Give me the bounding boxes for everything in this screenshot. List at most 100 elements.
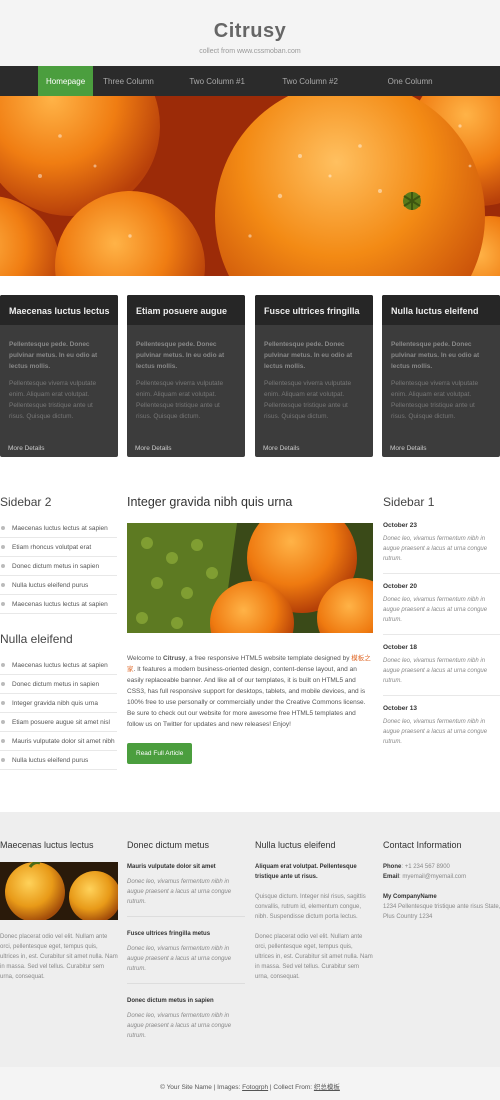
- footer-col-2: Donec dictum metus Mauris vulputate dolo…: [127, 840, 245, 1062]
- event-date[interactable]: October 18: [383, 644, 500, 651]
- event-date[interactable]: October 13: [383, 705, 500, 712]
- footer-entry: Mauris vulputate dolor sit amet Donec le…: [127, 862, 245, 917]
- brand-name: Citrusy: [163, 655, 186, 662]
- sidebar-link[interactable]: Integer gravida nibh quis urna: [0, 694, 117, 713]
- footer-entry-title[interactable]: Donec dictum metus in sapien: [127, 996, 245, 1006]
- feature-bold-text: Pellentesque pede. Donec pulvinar metus.…: [136, 341, 225, 370]
- feature-box: Maecenas luctus lectus Pellentesque pede…: [0, 295, 118, 457]
- phone-label: Phone: [383, 864, 402, 870]
- article-heading: Integer gravida nibh quis urna: [127, 495, 293, 509]
- footer-entry-title[interactable]: Mauris vulputate dolor sit amet: [127, 862, 245, 872]
- feature-boxes: Maecenas luctus lectus Pellentesque pede…: [0, 295, 500, 457]
- more-details-link[interactable]: More Details: [390, 445, 426, 452]
- feature-box: Fusce ultrices fringilla Pellentesque pe…: [255, 295, 373, 457]
- footer-bold-text: Aliquam erat volutpat. Pellentesque tris…: [255, 864, 357, 880]
- company-address: 1234 Pellentesque tristique ante risus S…: [383, 904, 500, 920]
- feature-box: Etiam posuere augue Pellentesque pede. D…: [127, 295, 245, 457]
- event-date[interactable]: October 23: [383, 522, 500, 529]
- feature-title: Maecenas luctus lectus: [0, 295, 118, 325]
- article-image: [127, 523, 373, 633]
- collect-link[interactable]: 织总模板: [314, 1084, 340, 1091]
- sidebar-1: Sidebar 1 October 23 Donec leo, vivamus …: [383, 495, 500, 756]
- feature-bold-text: Pellentesque pede. Donec pulvinar metus.…: [391, 341, 480, 370]
- footer-heading: Contact Information: [383, 840, 462, 850]
- footer-entry-text: Donec leo, vivamus fermentum nibh in aug…: [127, 1013, 232, 1039]
- copyright-text: © Your Site Name | Images:: [160, 1084, 243, 1091]
- event-item: October 18 Donec leo, vivamus fermentum …: [383, 635, 500, 696]
- sidebar-link[interactable]: Maecenas luctus lectus at sapien: [0, 519, 117, 538]
- sidebar-link[interactable]: Nulla luctus eleifend purus: [0, 751, 117, 770]
- main-content: Integer gravida nibh quis urna Welcome t…: [127, 495, 373, 764]
- more-details-link[interactable]: More Details: [135, 445, 171, 452]
- nav-two-column-1[interactable]: Two Column #1: [169, 66, 265, 96]
- site-title[interactable]: Citrusy: [0, 0, 500, 43]
- footer-entry-text: Donec leo, vivamus fermentum nibh in aug…: [127, 946, 232, 972]
- footer-entry-title[interactable]: Fusce ultrices fringilla metus: [127, 929, 245, 939]
- sidebar-link[interactable]: Etiam posuere augue sit amet nisl: [0, 713, 117, 732]
- more-details-link[interactable]: More Details: [8, 445, 44, 452]
- images-credit-link[interactable]: Fotogrph: [242, 1084, 268, 1091]
- article-text: , a free responsive HTML5 website templa…: [185, 655, 352, 662]
- contact-email: Email: myemail@myemail.com: [383, 874, 467, 880]
- feature-bold-text: Pellentesque pede. Donec pulvinar metus.…: [9, 341, 98, 370]
- footer-col-1: Maecenas luctus lectus Donec placerat od…: [0, 840, 118, 982]
- more-details-link[interactable]: More Details: [263, 445, 299, 452]
- event-text: Donec leo, vivamus fermentum nibh in aug…: [383, 536, 488, 562]
- copyright-bar: © Your Site Name | Images: Fotogrph | Co…: [0, 1067, 500, 1100]
- footer-entry: Fusce ultrices fringilla metus Donec leo…: [127, 929, 245, 984]
- feature-title: Etiam posuere augue: [127, 295, 245, 325]
- nav-three-column[interactable]: Three Column: [95, 66, 169, 96]
- footer-col-3: Nulla luctus eleifend Aliquam erat volut…: [255, 840, 373, 982]
- sidebar-link[interactable]: Nulla luctus eleifend purus: [0, 576, 117, 595]
- footer-text: Quisque dictum. Integer nisl risus, sagi…: [255, 894, 366, 920]
- footer-heading: Nulla luctus eleifend: [255, 840, 336, 850]
- sidebar-link[interactable]: Maecenas luctus lectus at sapien: [0, 656, 117, 675]
- event-text: Donec leo, vivamus fermentum nibh in aug…: [383, 658, 488, 684]
- site-subtitle: collect from www.cssmoban.com: [199, 48, 301, 55]
- feature-box: Nulla luctus eleifend Pellentesque pede.…: [382, 295, 500, 457]
- footer-entry-text: Donec leo, vivamus fermentum nibh in aug…: [127, 879, 232, 905]
- sidebar-2-heading: Sidebar 2: [0, 495, 52, 509]
- read-full-article-button[interactable]: Read Full Article: [127, 743, 193, 764]
- sidebar-2: Sidebar 2 Maecenas luctus lectus at sapi…: [0, 495, 117, 770]
- feature-text: Pellentesque viverra vulputate enim. Ali…: [9, 380, 97, 420]
- sidebar-link[interactable]: Etiam rhoncus volutpat erat: [0, 538, 117, 557]
- feature-text: Pellentesque viverra vulputate enim. Ali…: [136, 380, 224, 420]
- event-text: Donec leo, vivamus fermentum nibh in aug…: [383, 597, 488, 623]
- footer-col-4: Contact Information Phone: +1 234 567 89…: [383, 840, 500, 922]
- footer-entry: Donec dictum metus in sapien Donec leo, …: [127, 996, 245, 1050]
- feature-title: Nulla luctus eleifend: [382, 295, 500, 325]
- article-text: Welcome to: [127, 655, 164, 662]
- article-body: Welcome to Citrusy, a free responsive HT…: [127, 653, 373, 730]
- sidebar-link[interactable]: Donec dictum metus in sapien: [0, 557, 117, 576]
- main-nav: Homepage Three Column Two Column #1 Two …: [0, 66, 500, 96]
- footer: Maecenas luctus lectus Donec placerat od…: [0, 812, 500, 1067]
- nulla-eleifend-list: Maecenas luctus lectus at sapien Donec d…: [0, 656, 117, 770]
- sidebar-link[interactable]: Maecenas luctus lectus at sapien: [0, 595, 117, 614]
- footer-image: [0, 862, 118, 920]
- nulla-eleifend-heading: Nulla eleifend: [0, 632, 73, 646]
- feature-title: Fusce ultrices fringilla: [255, 295, 373, 325]
- footer-text: Donec placerat odio vel elit. Nullam ant…: [255, 934, 373, 980]
- feature-bold-text: Pellentesque pede. Donec pulvinar metus.…: [264, 341, 353, 370]
- nav-one-column[interactable]: One Column: [355, 66, 465, 96]
- article-text: . It features a modern business-oriented…: [127, 666, 366, 728]
- footer-heading: Donec dictum metus: [127, 840, 210, 850]
- nav-homepage[interactable]: Homepage: [38, 66, 94, 96]
- event-item: October 23 Donec leo, vivamus fermentum …: [383, 513, 500, 574]
- event-item: October 20 Donec leo, vivamus fermentum …: [383, 574, 500, 635]
- email-value[interactable]: myemail@myemail.com: [402, 874, 466, 880]
- sidebar-link[interactable]: Donec dictum metus in sapien: [0, 675, 117, 694]
- company-name: My CompanyName: [383, 894, 437, 900]
- sidebar-link[interactable]: Mauris vulputate dolor sit amet nibh: [0, 732, 117, 751]
- email-label: Email: [383, 874, 400, 880]
- event-text: Donec leo, vivamus fermentum nibh in aug…: [383, 719, 488, 745]
- nav-two-column-2[interactable]: Two Column #2: [265, 66, 355, 96]
- sidebar-1-heading: Sidebar 1: [383, 495, 435, 509]
- sidebar-2-list: Maecenas luctus lectus at sapien Etiam r…: [0, 519, 117, 614]
- footer-text: Donec placerat odio vel elit. Nullam ant…: [0, 934, 118, 980]
- orange-stem-icon: [403, 192, 421, 210]
- event-date[interactable]: October 20: [383, 583, 500, 590]
- site-header: Citrusy collect from www.cssmoban.com: [0, 0, 500, 66]
- contact-phone: Phone: +1 234 567 8900: [383, 864, 450, 870]
